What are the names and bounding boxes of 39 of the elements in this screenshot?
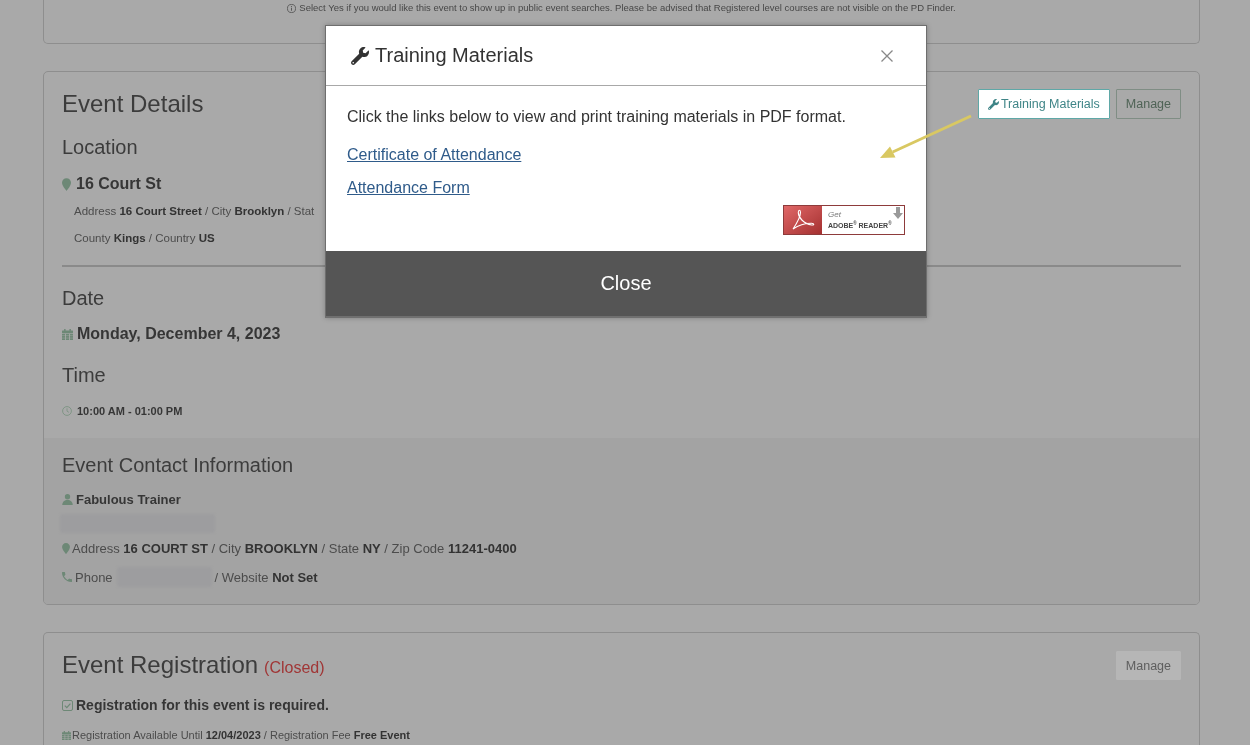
person-icon <box>62 493 73 505</box>
wrench-icon <box>351 46 369 65</box>
location-name: 16 Court St <box>76 174 162 194</box>
close-icon <box>881 49 893 62</box>
status-text: (Closed) <box>264 659 325 677</box>
section-heading: Time <box>62 363 106 388</box>
phone-icon <box>62 572 72 582</box>
calendar-icon <box>62 730 71 740</box>
notice-text: Select Yes if you would like this event to show up in public event searches. Please be advised that Registered level courses are not visible on the PD Finder. <box>299 2 956 14</box>
download-arrow-icon <box>893 207 903 219</box>
address-line: County Kings / Country US <box>74 231 215 246</box>
section-title: Event Details <box>62 89 204 119</box>
clock-icon <box>62 406 72 416</box>
close-button[interactable]: Close <box>326 251 926 316</box>
pdf-link[interactable]: Certificate of Attendance <box>347 144 522 166</box>
section-heading: Date <box>62 286 105 311</box>
requirement-text: Registration for this event is required. <box>76 697 329 713</box>
pdf-link[interactable]: Attendance Form <box>347 177 470 199</box>
date-text: Monday, December 4, 2023 <box>77 324 281 344</box>
intro-text: Click the links below to view and print training materials in PDF format. <box>347 107 846 127</box>
address-line: Address 16 COURT ST / City BROOKLYN / State NY / Zip Code 11241-0400 <box>72 540 517 556</box>
section-heading: Location <box>62 135 138 160</box>
wrench-icon <box>987 98 999 110</box>
pdf-logo-icon <box>784 206 822 234</box>
time-text: 10:00 AM - 01:00 PM <box>77 405 183 417</box>
registration-details: Registration Available Until 12/04/2023 / Registration Fee Free Event <box>72 729 410 741</box>
contact-name: Fabulous Trainer <box>76 491 181 507</box>
calendar-icon <box>62 328 73 340</box>
phone-label: Phone <box>75 569 113 585</box>
map-pin-icon <box>62 542 70 554</box>
training-materials-button[interactable]: Training Materials <box>977 89 1110 119</box>
modal-title: Training Materials <box>375 44 534 67</box>
section-heading: Event Contact Information <box>62 453 294 478</box>
close-button[interactable] <box>881 49 893 62</box>
map-pin-icon <box>62 177 71 191</box>
address-line: Address 16 Court Street / City Brooklyn / Stat <box>74 204 315 219</box>
section-title: Event Registration <box>62 650 259 680</box>
info-icon <box>287 3 297 13</box>
website-text: / Website Not Set <box>214 569 318 585</box>
